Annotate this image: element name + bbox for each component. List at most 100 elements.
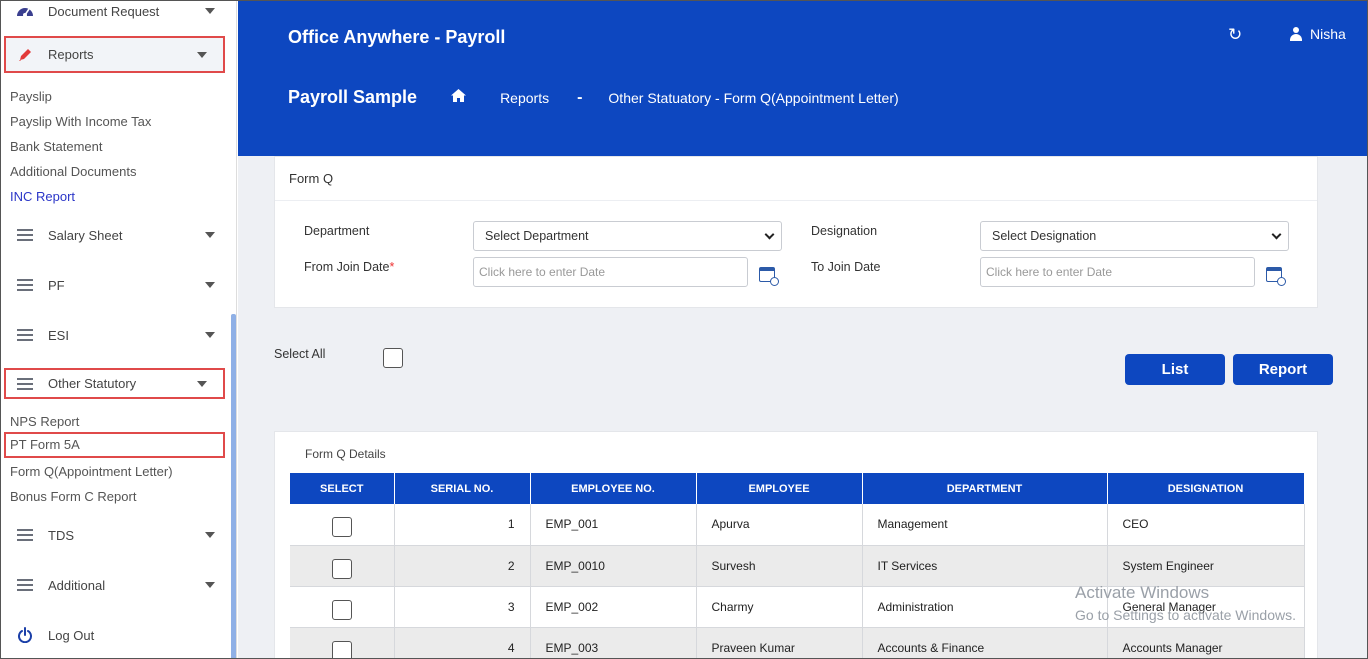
from-join-date-label: From Join Date* (304, 260, 394, 274)
sidebar-item-label: Document Request (48, 3, 160, 19)
breadcrumb-reports[interactable]: Reports (500, 90, 549, 106)
list-button[interactable]: List (1125, 354, 1225, 385)
select-cell (290, 504, 395, 546)
serial-cell: 1 (394, 504, 531, 546)
list-icon (16, 577, 34, 593)
calendar-icon[interactable] (759, 267, 779, 286)
sidebar-item-pf[interactable]: PF (1, 267, 231, 303)
department-cell: IT Services (862, 545, 1108, 587)
from-join-date-input[interactable]: Click here to enter Date (473, 257, 748, 287)
serial-cell: 2 (394, 545, 531, 587)
header-band: Office Anywhere - Payroll ↻ Nisha Payrol… (238, 1, 1367, 156)
sidebar-item-other-statutory[interactable]: Other Statutory (4, 368, 225, 399)
submenu-bank-statement[interactable]: Bank Statement (10, 137, 103, 157)
submenu-payslip[interactable]: Payslip (10, 87, 52, 107)
sidebar-item-label: Salary Sheet (48, 227, 123, 243)
designation-cell: CEO (1107, 504, 1305, 546)
from-join-date-label-text: From Join Date (304, 260, 390, 274)
breadcrumb-current: Other Statuatory - Form Q(Appointment Le… (608, 89, 899, 106)
sidebar-item-label: Additional (48, 577, 106, 593)
submenu-pt-form-5a[interactable]: PT Form 5A (4, 432, 225, 458)
pencil-icon (16, 47, 34, 63)
submenu-nps-report[interactable]: NPS Report (10, 412, 79, 432)
serial-cell: 4 (394, 627, 531, 658)
row-checkbox[interactable] (331, 599, 352, 620)
breadcrumb: Payroll Sample Reports - Other Statuator… (288, 87, 899, 108)
designation-cell: General Manager (1107, 586, 1305, 628)
sidebar-item-label: Reports (48, 47, 94, 62)
main-content: Office Anywhere - Payroll ↻ Nisha Payrol… (238, 1, 1367, 658)
form-q-card: Form Q Department Select Department Desi… (274, 156, 1318, 308)
employee-no-cell: EMP_0010 (530, 545, 697, 587)
employee-cell: Apurva (696, 504, 863, 546)
list-icon (16, 277, 34, 293)
app-title: Office Anywhere - Payroll (288, 27, 506, 47)
sidebar-item-label: Log Out (48, 627, 95, 643)
submenu-inc-report[interactable]: INC Report (10, 187, 75, 207)
chevron-down-icon (205, 582, 215, 588)
table-row: 1 EMP_001 Apurva Management CEO (290, 504, 1305, 546)
column-header: EMPLOYEE NO. (530, 473, 697, 504)
list-icon (16, 327, 34, 343)
user-icon (1290, 27, 1302, 41)
employee-no-cell: EMP_003 (530, 627, 697, 658)
column-header: SERIAL NO. (394, 473, 531, 504)
column-header: DESIGNATION (1107, 473, 1305, 504)
sidebar-item-additional[interactable]: Additional (1, 567, 231, 603)
dashboard-icon (16, 3, 34, 19)
designation-select[interactable]: Select Designation (980, 221, 1289, 251)
list-icon (16, 227, 34, 243)
designation-cell: System Engineer (1107, 545, 1305, 587)
chevron-down-icon (205, 332, 215, 338)
sidebar-item-esi[interactable]: ESI (1, 317, 231, 353)
chevron-down-icon (1271, 229, 1282, 240)
sidebar-item-label: PF (48, 277, 65, 293)
table-row: 4 EMP_003 Praveen Kumar Accounts & Finan… (290, 627, 1305, 658)
report-button[interactable]: Report (1233, 354, 1333, 385)
submenu-bonus-form-c[interactable]: Bonus Form C Report (10, 487, 136, 507)
sidebar-item-tds[interactable]: TDS (1, 517, 231, 553)
row-checkbox[interactable] (331, 517, 352, 538)
row-checkbox[interactable] (331, 558, 352, 579)
table-row: 3 EMP_002 Charmy Administration General … (290, 586, 1305, 628)
home-icon[interactable] (451, 89, 467, 106)
chevron-down-icon (205, 8, 215, 14)
row-checkbox[interactable] (331, 640, 352, 658)
user-name: Nisha (1310, 26, 1346, 42)
column-header: DEPARTMENT (862, 473, 1108, 504)
sidebar-item-label: Other Statutory (48, 376, 137, 391)
department-select[interactable]: Select Department (473, 221, 782, 251)
select-cell (290, 586, 395, 628)
sidebar-item-salary-sheet[interactable]: Salary Sheet (1, 217, 231, 253)
form-q-table: SELECT SERIAL NO. EMPLOYEE NO. EMPLOYEE … (290, 473, 1305, 658)
designation-cell: Accounts Manager (1107, 627, 1305, 658)
to-join-date-input[interactable]: Click here to enter Date (980, 257, 1255, 287)
sidebar: Document Request Reports Payslip Payslip… (1, 1, 237, 658)
sidebar-item-document-request[interactable]: Document Request (1, 1, 231, 29)
select-all-label: Select All (274, 347, 326, 361)
sidebar-item-reports[interactable]: Reports (4, 36, 225, 73)
submenu-payslip-income-tax[interactable]: Payslip With Income Tax (10, 112, 151, 132)
chevron-down-icon (197, 380, 207, 387)
employee-cell: Survesh (696, 545, 863, 587)
sidebar-item-label: TDS (48, 527, 74, 543)
power-icon (16, 627, 34, 643)
sidebar-scrollbar[interactable] (231, 314, 236, 658)
select-cell (290, 627, 395, 658)
select-all-checkbox[interactable] (383, 348, 403, 368)
table-header-row: SELECT SERIAL NO. EMPLOYEE NO. EMPLOYEE … (290, 473, 1305, 504)
refresh-icon[interactable]: ↻ (1228, 25, 1242, 45)
table-row: 2 EMP_0010 Survesh IT Services System En… (290, 545, 1305, 587)
list-icon (16, 376, 34, 392)
submenu-form-q[interactable]: Form Q(Appointment Letter) (10, 462, 173, 482)
employee-no-cell: EMP_001 (530, 504, 697, 546)
calendar-icon[interactable] (1266, 267, 1286, 286)
sidebar-item-logout[interactable]: Log Out (1, 617, 231, 653)
designation-select-value: Select Designation (992, 229, 1097, 243)
column-header: EMPLOYEE (696, 473, 863, 504)
submenu-additional-documents[interactable]: Additional Documents (10, 162, 136, 182)
user-menu[interactable]: Nisha (1290, 26, 1346, 42)
table-title: Form Q Details (305, 447, 386, 461)
required-marker: * (389, 260, 395, 274)
sidebar-item-label: ESI (48, 327, 69, 343)
